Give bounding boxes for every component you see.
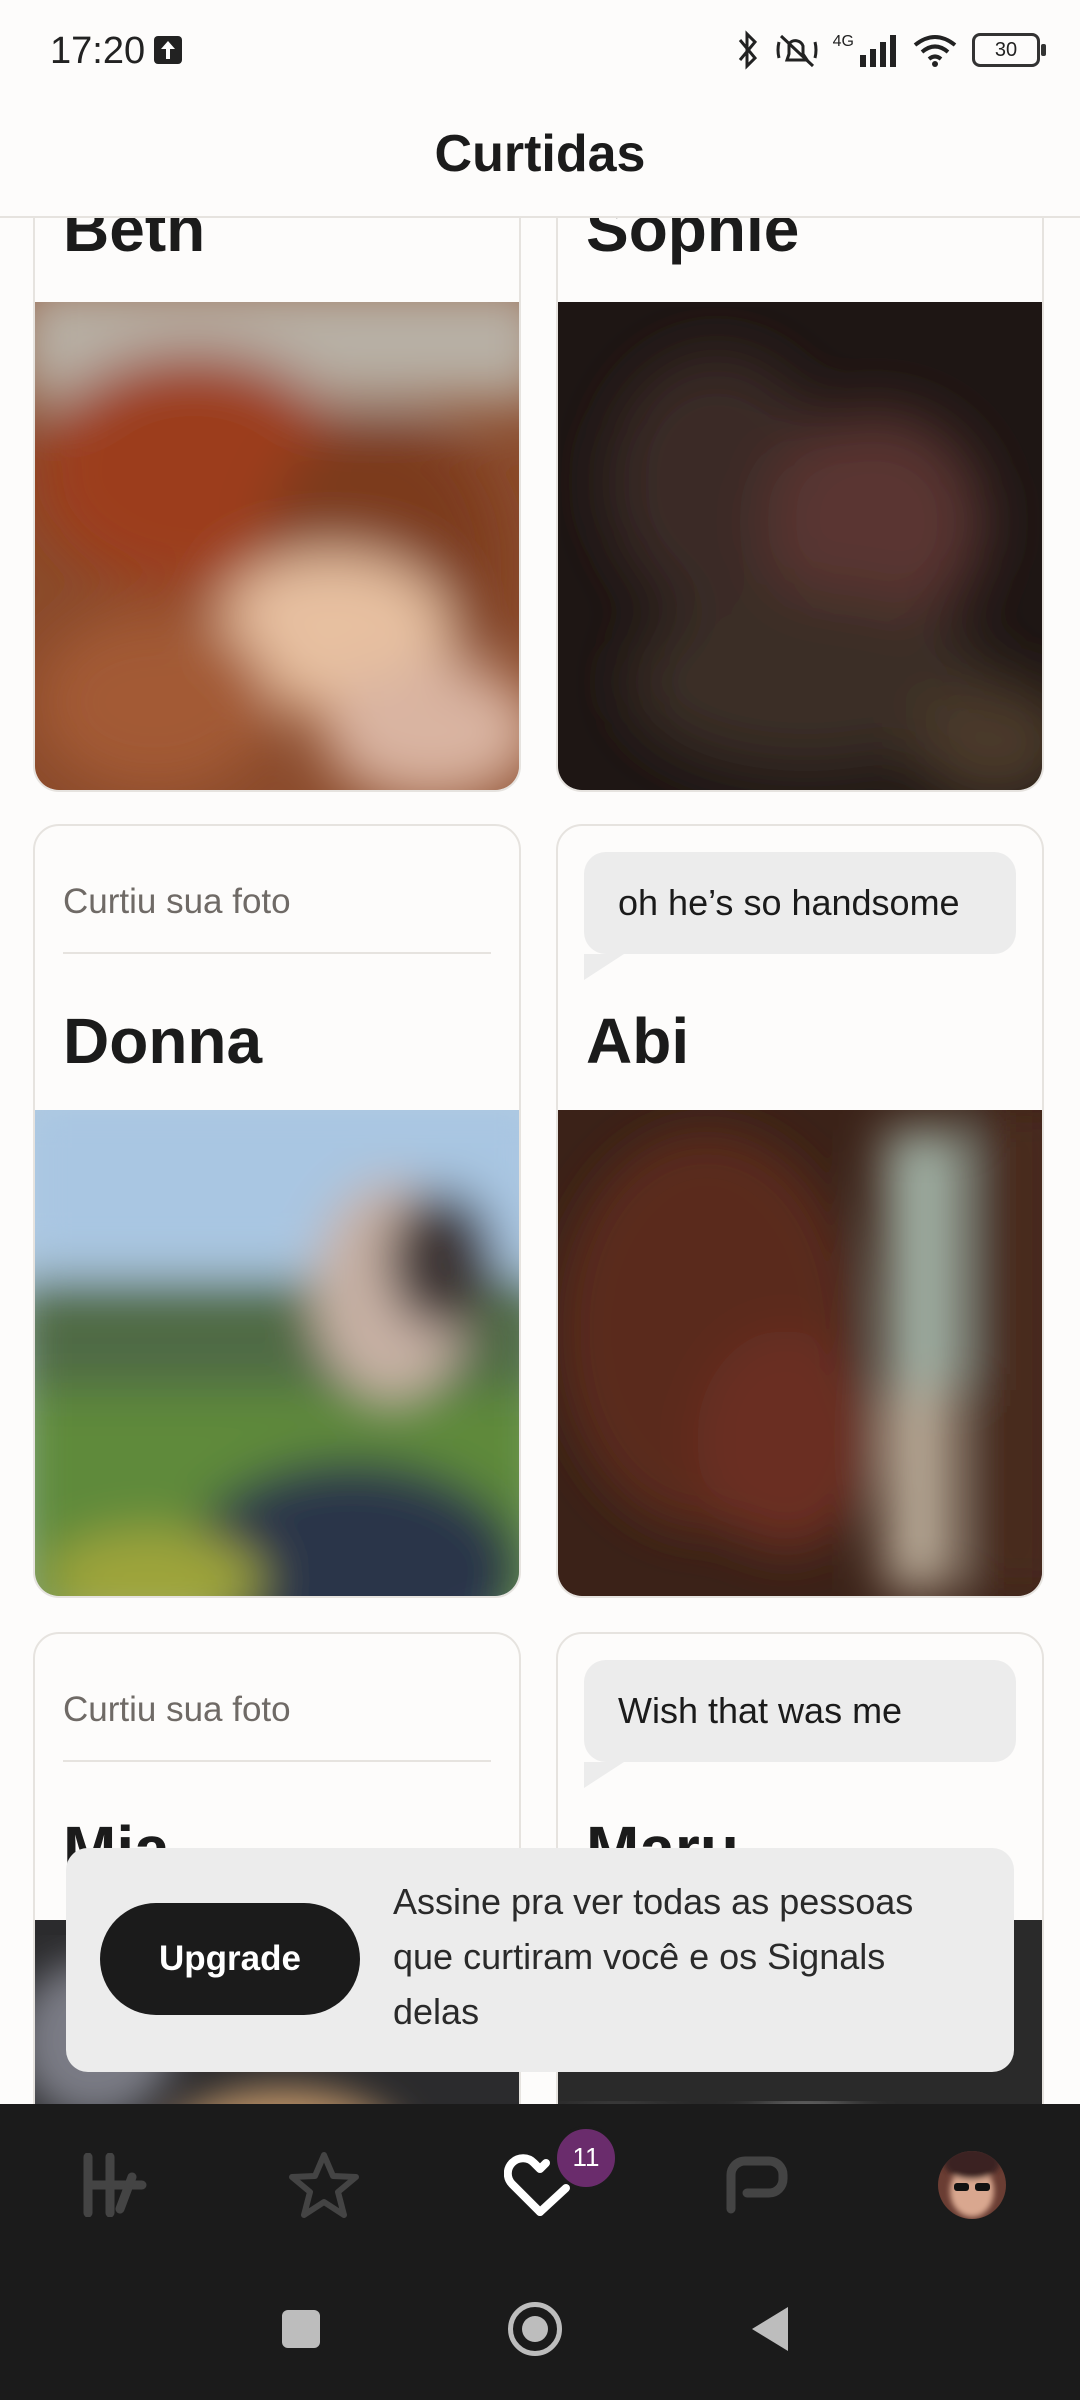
back-button[interactable] bbox=[748, 2304, 792, 2354]
battery-indicator: 30 bbox=[972, 33, 1046, 67]
nav-discover[interactable] bbox=[72, 2140, 162, 2230]
home-dot bbox=[522, 2316, 548, 2342]
likes-count-badge: 11 bbox=[554, 2126, 618, 2190]
nav-standouts[interactable] bbox=[279, 2140, 369, 2230]
status-bar: 17:20 4G 30 bbox=[0, 0, 1080, 100]
status-time: 17:20 bbox=[50, 30, 146, 72]
page-title: Curtidas bbox=[434, 125, 646, 183]
status-icons: 4G 30 bbox=[735, 28, 1046, 72]
bottom-nav: 11 bbox=[0, 2104, 1080, 2264]
message-bubble: Wish that was me bbox=[584, 1660, 1016, 1788]
like-caption: Curtiu sua foto bbox=[63, 1690, 491, 1762]
bluetooth-icon bbox=[738, 30, 757, 70]
upgrade-banner: Upgrade Assine pra ver todas as pessoas … bbox=[66, 1848, 1014, 2072]
upgrade-button[interactable]: Upgrade bbox=[100, 1903, 360, 2015]
message-bubble: oh he’s so handsome bbox=[584, 852, 1016, 980]
app-header: Curtidas bbox=[0, 100, 1080, 218]
wifi-icon bbox=[913, 35, 957, 67]
profile-photo[interactable] bbox=[558, 1110, 1042, 1598]
profile-avatar bbox=[938, 2151, 1006, 2219]
signal-icon bbox=[860, 35, 896, 67]
recents-button[interactable] bbox=[282, 2310, 320, 2348]
profile-photo[interactable] bbox=[35, 1110, 519, 1598]
nav-profile[interactable] bbox=[927, 2140, 1017, 2230]
system-navigation-bar bbox=[0, 2264, 1080, 2400]
like-card[interactable]: Curtiu sua foto Donna bbox=[33, 824, 521, 1598]
upload-notification-icon bbox=[154, 36, 182, 64]
profile-photo[interactable] bbox=[558, 302, 1042, 792]
home-button[interactable] bbox=[508, 2302, 562, 2356]
nav-chat[interactable] bbox=[711, 2140, 801, 2230]
like-card[interactable]: oh he’s so handsome Abi bbox=[556, 824, 1044, 1598]
chat-icon bbox=[726, 2156, 788, 2214]
card-name: Abi bbox=[586, 1005, 690, 1077]
network-label: 4G bbox=[832, 33, 854, 50]
like-caption: Curtiu sua foto bbox=[63, 882, 491, 954]
upgrade-message: Assine pra ver todas as pessoas que curt… bbox=[393, 1881, 914, 2032]
mute-icon bbox=[776, 34, 818, 68]
standouts-icon bbox=[289, 2152, 359, 2218]
card-name: Donna bbox=[63, 1005, 263, 1077]
profile-photo[interactable] bbox=[35, 302, 519, 792]
discover-icon bbox=[83, 2153, 147, 2217]
